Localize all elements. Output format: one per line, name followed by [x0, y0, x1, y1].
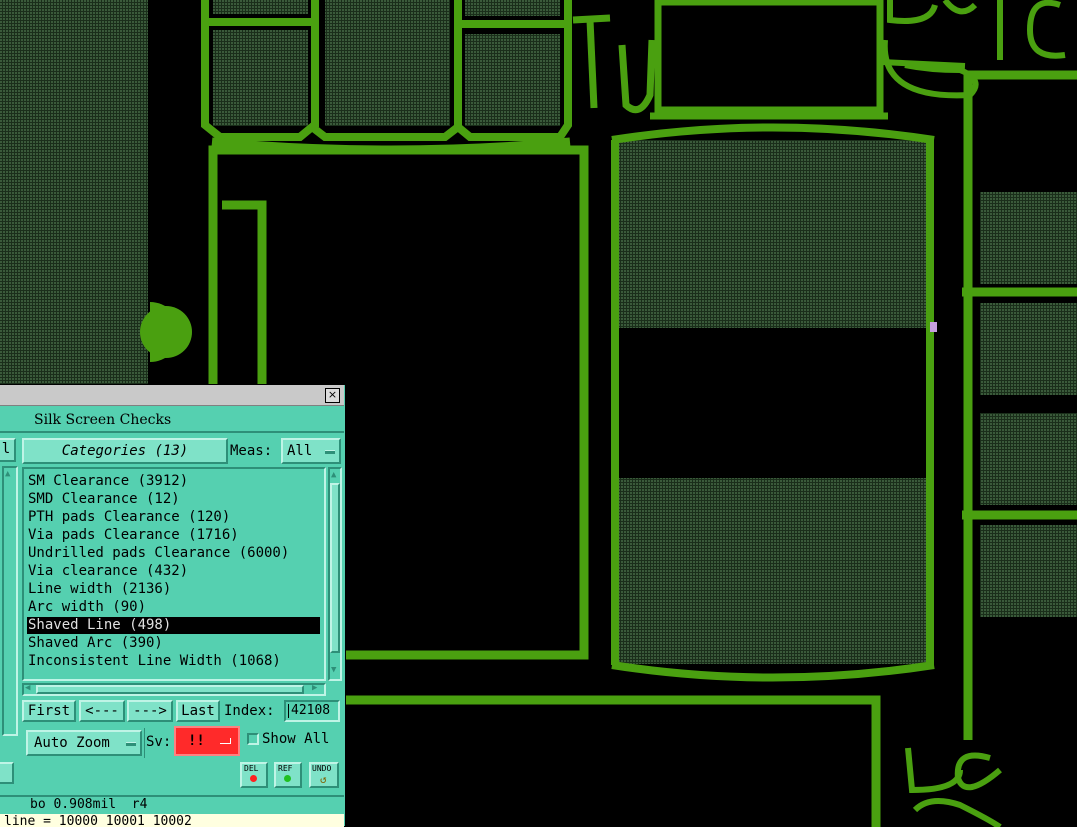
cap-pad-bottom: [614, 478, 932, 664]
meas-label: Meas:: [230, 443, 273, 459]
category-item[interactable]: Via clearance (432): [27, 563, 188, 580]
close-icon[interactable]: ×: [325, 388, 340, 403]
index-value: 42108: [291, 703, 331, 718]
scroll-thumb[interactable]: [330, 483, 340, 653]
pad-top-1: [213, 30, 308, 126]
copper-plane: [0, 0, 148, 384]
meas-dropdown[interactable]: All: [281, 438, 341, 464]
prev-button[interactable]: <---: [79, 700, 125, 722]
meas-value: All: [287, 443, 313, 459]
category-item[interactable]: Shaved Line (498): [27, 617, 320, 634]
scroll-up-icon[interactable]: ▲: [331, 470, 336, 480]
last-button[interactable]: Last: [176, 700, 220, 722]
severity-value: !!: [188, 733, 205, 749]
category-item[interactable]: Inconsistent Line Width (1068): [27, 653, 281, 670]
scroll-up-icon[interactable]: ▲: [5, 469, 10, 479]
text-cursor: [288, 704, 289, 718]
left-stub-dropdown[interactable]: [0, 762, 14, 784]
scroll-down-icon[interactable]: ▼: [331, 665, 336, 675]
list-vscrollbar[interactable]: ▲ ▼: [328, 467, 342, 681]
undo-icon-text: UNDO: [312, 764, 332, 773]
category-item[interactable]: Shaved Arc (390): [27, 635, 163, 652]
pad-top-3: [465, 34, 560, 126]
dialog-header: Silk Screen Checks: [0, 407, 344, 433]
first-label: First: [27, 703, 71, 719]
scroll-left-icon[interactable]: ◀: [25, 683, 30, 693]
categories-button[interactable]: Categories (13): [22, 438, 228, 464]
dialog-titlebar[interactable]: ×: [0, 385, 344, 406]
category-item[interactable]: PTH pads Clearance (120): [27, 509, 230, 526]
del-icon-text: DEL: [244, 764, 259, 773]
show-all-checkbox[interactable]: [247, 733, 259, 745]
category-item[interactable]: Via pads Clearance (1716): [27, 527, 239, 544]
left-scrollbar[interactable]: ▲: [2, 466, 18, 736]
scroll-right-icon[interactable]: ▶: [312, 683, 317, 693]
left-stub-label: l: [1, 441, 11, 457]
auto-zoom-dropdown[interactable]: Auto Zoom: [26, 730, 142, 756]
pad-top-2: [325, 0, 450, 126]
auto-zoom-label: Auto Zoom: [34, 735, 110, 751]
status-line: bo 0.908mil r4: [0, 795, 344, 815]
index-label: Index:: [224, 703, 275, 719]
ref-icon-text: REF: [278, 764, 293, 773]
category-item[interactable]: SM Clearance (3912): [27, 473, 188, 490]
hscroll-thumb[interactable]: [36, 685, 304, 694]
categories-list[interactable]: SM Clearance (3912) SMD Clearance (12) PTH…: [22, 467, 326, 681]
next-label: --->: [133, 703, 167, 719]
category-item[interactable]: Undrilled pads Clearance (6000): [27, 545, 289, 562]
sv-label: Sv:: [146, 734, 172, 750]
categories-label: Categories (13): [61, 443, 189, 459]
category-item[interactable]: SMD Clearance (12): [27, 491, 180, 508]
message-line: line = 10000 10001 10002: [0, 814, 344, 827]
dropdown-icon: [126, 742, 136, 746]
message-text: line = 10000 10001 10002: [4, 814, 192, 827]
left-stub-button[interactable]: l: [0, 438, 16, 462]
dialog-title: Silk Screen Checks: [34, 412, 172, 428]
index-field[interactable]: 42108: [284, 700, 340, 722]
category-item[interactable]: Line width (2136): [27, 581, 171, 598]
dropdown-icon: [220, 738, 231, 744]
severity-dropdown[interactable]: !!: [174, 726, 240, 756]
ref-button[interactable]: REF: [274, 762, 302, 788]
dropdown-icon: [325, 450, 335, 454]
last-label: Last: [181, 703, 215, 719]
first-button[interactable]: First: [22, 700, 76, 722]
divider: [144, 728, 145, 758]
list-hscrollbar[interactable]: ◀ ▶: [22, 683, 326, 696]
next-button[interactable]: --->: [127, 700, 173, 722]
cap-pad-top: [614, 140, 932, 328]
undo-button[interactable]: UNDO ↺: [309, 762, 339, 788]
prev-label: <---: [85, 703, 119, 719]
status-text: bo 0.908mil r4: [30, 797, 148, 812]
show-all-label: Show All: [262, 731, 330, 747]
green-dot-icon: [284, 775, 291, 782]
red-dot-icon: [250, 775, 257, 782]
category-item[interactable]: Arc width (90): [27, 599, 146, 616]
delete-button[interactable]: DEL: [240, 762, 268, 788]
undo-arrow-icon: ↺: [320, 773, 327, 786]
